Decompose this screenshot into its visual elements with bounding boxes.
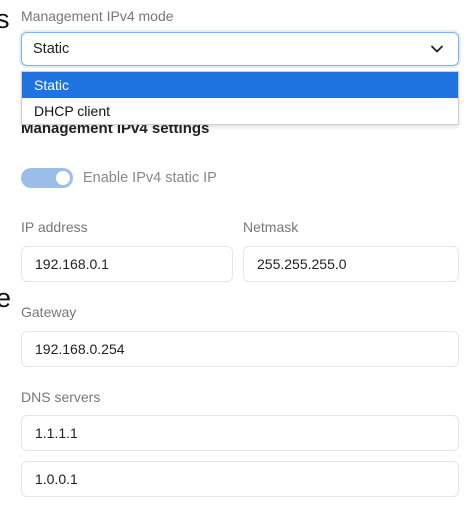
- mode-option-dhcp[interactable]: DHCP client: [22, 98, 458, 124]
- ip-address-label: IP address: [21, 219, 88, 235]
- static-ip-toggle-row: Enable IPv4 static IP: [21, 168, 217, 188]
- mode-select-value: Static: [33, 41, 70, 57]
- ipv4-settings-panel: s e Management IPv4 mode Static Static D…: [0, 0, 469, 527]
- toggle-knob: [56, 171, 70, 185]
- mode-option-static[interactable]: Static: [22, 72, 458, 98]
- clipped-text-bottom: e: [0, 283, 12, 313]
- toggle-label: Enable IPv4 static IP: [83, 170, 217, 186]
- static-ip-toggle[interactable]: [21, 168, 73, 188]
- chevron-down-icon: [431, 45, 443, 53]
- netmask-input[interactable]: 255.255.255.0: [243, 246, 459, 282]
- mode-dropdown-list: Static DHCP client: [21, 71, 459, 125]
- netmask-label: Netmask: [243, 219, 299, 235]
- gateway-label: Gateway: [21, 304, 77, 320]
- dns-input-primary[interactable]: 1.1.1.1: [21, 415, 459, 451]
- mode-select[interactable]: Static: [21, 32, 459, 66]
- ip-address-input[interactable]: 192.168.0.1: [21, 246, 233, 282]
- mode-label: Management IPv4 mode: [21, 8, 174, 24]
- clipped-text-top: s: [0, 4, 10, 34]
- dns-label: DNS servers: [21, 389, 101, 405]
- dns-input-secondary[interactable]: 1.0.0.1: [21, 461, 459, 497]
- gateway-input[interactable]: 192.168.0.254: [21, 331, 459, 367]
